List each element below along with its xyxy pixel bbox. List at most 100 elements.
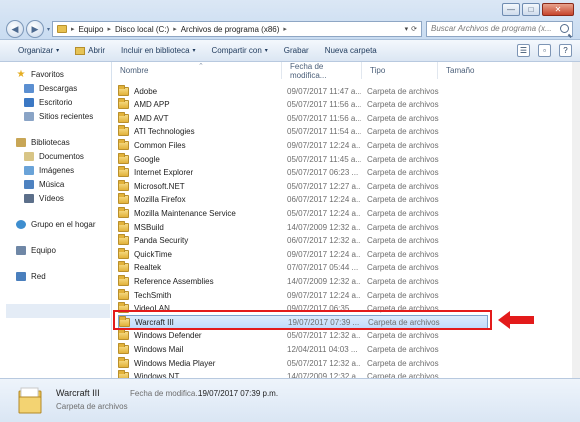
forward-icon[interactable]: ▶ bbox=[26, 20, 44, 38]
file-date: 14/07/2009 12:32 a... bbox=[287, 222, 361, 232]
table-row[interactable]: Mozilla Firefox 06/07/2017 12:24 a... Carp… bbox=[118, 193, 488, 207]
sidebar-item-documents[interactable]: Documentos bbox=[24, 152, 84, 161]
sidebar-item-label: Sitios recientes bbox=[39, 112, 94, 121]
table-row[interactable]: Mozilla Maintenance Service 05/07/2017 12… bbox=[118, 206, 488, 220]
table-row[interactable]: AMD AVT 05/07/2017 11:56 a... Carpeta de a… bbox=[118, 111, 488, 125]
burn-button[interactable]: Grabar bbox=[276, 42, 317, 60]
file-date: 05/07/2017 11:56 a... bbox=[287, 100, 361, 110]
view-options-icon[interactable]: ☰ bbox=[517, 44, 530, 57]
folder-icon bbox=[118, 166, 129, 178]
include-in-library-button[interactable]: Incluir en biblioteca ▾ bbox=[113, 42, 204, 60]
folder-icon bbox=[118, 356, 129, 368]
sidebar-item-videos[interactable]: Vídeos bbox=[24, 194, 64, 203]
file-date: 05/07/2017 06:23 ... bbox=[287, 168, 359, 178]
new-folder-label: Nueva carpeta bbox=[324, 46, 377, 55]
sidebar-item-music[interactable]: Música bbox=[24, 180, 64, 189]
column-header-type[interactable]: Tipo bbox=[362, 62, 438, 79]
table-row[interactable]: Windows Media Player 05/07/2017 12:32 a..… bbox=[118, 356, 488, 370]
file-date: 07/07/2017 05:44 ... bbox=[287, 263, 359, 273]
details-type: Carpeta de archivos bbox=[56, 402, 128, 411]
sidebar-item-desktop[interactable]: Escritorio bbox=[24, 98, 72, 107]
table-row[interactable]: Windows Defender 05/07/2017 12:32 a... Car… bbox=[118, 329, 488, 343]
recent-pages-dropdown[interactable]: ▾ bbox=[47, 26, 50, 33]
table-row[interactable]: MSBuild 14/07/2009 12:32 a... Carpeta de a… bbox=[118, 220, 488, 234]
table-row[interactable]: Reference Assemblies 14/07/2009 12:32 a..… bbox=[118, 274, 488, 288]
preview-pane-icon[interactable]: ▫ bbox=[538, 44, 551, 57]
table-row[interactable]: Microsoft.NET 05/07/2017 12:27 a... Carpet… bbox=[118, 179, 488, 193]
breadcrumb-archivos-de-programa[interactable]: Archivos de programa (x86) bbox=[181, 25, 280, 34]
sidebar-item-label: Bibliotecas bbox=[31, 138, 70, 147]
sidebar-item-network[interactable]: Red bbox=[16, 272, 46, 281]
breadcrumb-separator: ▸ bbox=[71, 26, 75, 33]
table-row[interactable]: AMD APP 05/07/2017 11:56 a... Carpeta de a… bbox=[118, 98, 488, 112]
back-icon[interactable]: ◀ bbox=[6, 20, 24, 38]
table-row[interactable]: Windows Mail 12/04/2011 04:03 ... Carpeta … bbox=[118, 342, 488, 356]
table-row[interactable]: TechSmith 09/07/2017 12:24 a... Carpeta de… bbox=[118, 288, 488, 302]
table-row[interactable]: QuickTime 09/07/2017 12:24 a... Carpeta de… bbox=[118, 247, 488, 261]
file-date: 12/04/2011 04:03 ... bbox=[287, 344, 358, 354]
breadcrumb-separator[interactable]: ▸ bbox=[107, 25, 111, 33]
sidebar-item-recent[interactable]: Sitios recientes bbox=[24, 112, 93, 121]
file-name-cell: QuickTime bbox=[118, 247, 282, 261]
address-dropdown-icon[interactable]: ▾ bbox=[405, 25, 409, 33]
column-header-size[interactable]: Tamaño bbox=[438, 62, 508, 79]
sidebar-item-favorites[interactable]: ★ Favoritos bbox=[16, 70, 64, 80]
table-row[interactable]: Realtek 07/07/2017 05:44 ... Carpeta de ar… bbox=[118, 261, 488, 275]
sidebar-item-libraries[interactable]: Bibliotecas bbox=[16, 138, 70, 147]
file-date: 14/07/2009 12:32 a... bbox=[287, 276, 361, 286]
chevron-down-icon: ▾ bbox=[192, 48, 196, 54]
address-bar[interactable]: ▸ Equipo ▸ Disco local (C:) ▸ Archivos d… bbox=[52, 21, 422, 37]
close-button[interactable]: ✕ bbox=[542, 3, 574, 16]
table-row[interactable]: Adobe 09/07/2017 11:47 a... Carpeta de arc… bbox=[118, 84, 488, 98]
file-date: 06/07/2017 12:32 a... bbox=[287, 236, 361, 246]
column-header-name[interactable]: Nombre ⌃ bbox=[112, 62, 282, 79]
open-button[interactable]: Abrir bbox=[67, 42, 113, 60]
share-with-button[interactable]: Compartir con ▾ bbox=[204, 42, 276, 60]
search-icon[interactable] bbox=[560, 24, 569, 33]
folder-icon bbox=[118, 111, 129, 123]
file-type: Carpeta de archivos bbox=[367, 290, 439, 300]
sidebar-item-homegroup[interactable]: Grupo en el hogar bbox=[16, 220, 96, 229]
sidebar-item-label: Imágenes bbox=[39, 166, 75, 175]
new-folder-button[interactable]: Nueva carpeta bbox=[317, 42, 385, 60]
folder-icon bbox=[118, 84, 129, 96]
folder-icon bbox=[118, 152, 129, 164]
file-date: 05/07/2017 12:27 a... bbox=[287, 181, 361, 191]
table-row[interactable]: Internet Explorer 05/07/2017 06:23 ... Car… bbox=[118, 166, 488, 180]
sidebar-item-computer[interactable]: Equipo bbox=[16, 246, 56, 255]
file-type: Carpeta de archivos bbox=[367, 154, 439, 164]
vertical-scrollbar[interactable] bbox=[572, 62, 580, 378]
file-name-cell: Common Files bbox=[118, 138, 282, 152]
column-header-date[interactable]: Fecha de modifica... bbox=[282, 62, 362, 80]
sidebar-item-label: Documentos bbox=[39, 152, 84, 161]
table-row[interactable]: Common Files 09/07/2017 12:24 a... Carpeta… bbox=[118, 138, 488, 152]
file-date: 09/07/2017 12:24 a... bbox=[287, 140, 361, 150]
minimize-button[interactable]: — bbox=[502, 3, 520, 16]
folder-icon bbox=[118, 98, 129, 110]
maximize-button[interactable]: □ bbox=[522, 3, 540, 16]
column-header-label: Tipo bbox=[370, 66, 386, 75]
breadcrumb-disco-local[interactable]: Disco local (C:) bbox=[115, 25, 169, 34]
breadcrumb-separator[interactable]: ▸ bbox=[173, 25, 177, 33]
search-input[interactable]: Buscar Archivos de programa (x... bbox=[426, 21, 573, 37]
table-row[interactable]: Panda Security 06/07/2017 12:32 a... Carpe… bbox=[118, 234, 488, 248]
homegroup-icon bbox=[16, 220, 26, 229]
help-icon[interactable]: ? bbox=[559, 44, 572, 57]
file-name-cell: Reference Assemblies bbox=[118, 274, 282, 288]
folder-icon bbox=[118, 179, 129, 191]
sidebar-item-label: Equipo bbox=[31, 246, 56, 255]
file-date: 05/07/2017 11:45 a... bbox=[287, 154, 361, 164]
organize-button[interactable]: Organizar ▾ bbox=[10, 42, 67, 60]
sidebar-item-images[interactable]: Imágenes bbox=[24, 166, 74, 175]
images-icon bbox=[24, 166, 34, 175]
breadcrumb-separator[interactable]: ▸ bbox=[283, 25, 287, 33]
sidebar-item-downloads[interactable]: Descargas bbox=[24, 84, 77, 93]
table-row[interactable]: Google 05/07/2017 11:45 a... Carpeta de ar… bbox=[118, 152, 488, 166]
file-name-cell: Google bbox=[118, 152, 282, 166]
table-row[interactable]: ATI Technologies 05/07/2017 11:54 a... Car… bbox=[118, 125, 488, 139]
refresh-icon[interactable]: ⟳ bbox=[411, 25, 417, 33]
breadcrumb-equipo[interactable]: Equipo bbox=[79, 25, 104, 34]
file-name: Adobe bbox=[134, 86, 158, 96]
file-date: 05/07/2017 12:32 a... bbox=[287, 331, 361, 341]
file-name: Common Files bbox=[134, 140, 186, 150]
